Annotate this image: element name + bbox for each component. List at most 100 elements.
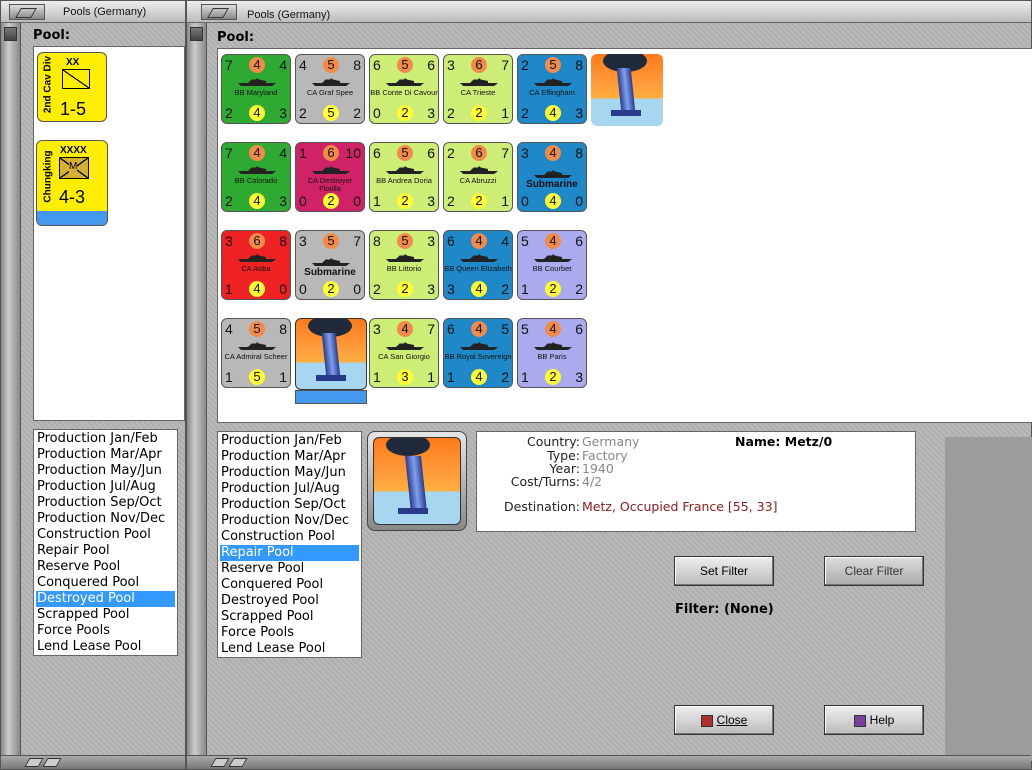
factory-counter[interactable] [591, 54, 663, 126]
strength-value: 5 [249, 369, 265, 385]
minimize-icon[interactable] [210, 758, 230, 767]
ship-counter[interactable]: 5 4 6 1 2 2 BB Courbet [517, 230, 587, 300]
ship-name: CA Destroyer Flotilla [307, 176, 353, 193]
main-scroll-rail[interactable] [187, 23, 207, 755]
pool-list-item[interactable]: Lend Lease Pool [220, 641, 359, 657]
pool-list-item[interactable]: Production May/Jun [36, 463, 175, 479]
defense-value: 5 [397, 57, 413, 73]
clear-filter-button[interactable]: Clear Filter [824, 556, 924, 586]
rail-knob[interactable] [4, 27, 17, 41]
cost-value: 3 [427, 193, 435, 209]
left-pool-list[interactable]: Production Jan/Feb Production Mar/Apr Pr… [33, 429, 178, 656]
ship-counter[interactable]: 4 5 8 2 5 2 CA Graf Spee [295, 54, 365, 124]
pool-list-item[interactable]: Production Jan/Feb [220, 433, 359, 449]
unit-size: XXXX [60, 145, 87, 156]
pool-list-item[interactable]: Lend Lease Pool [36, 639, 175, 655]
ship-name: CA Effingham [529, 88, 575, 97]
pool-list-item[interactable]: Conquered Pool [220, 577, 359, 593]
attack-value: 3 [447, 57, 455, 73]
range-value: 1 [225, 369, 233, 385]
unit-counter-2nd-cav-div[interactable]: 2nd Cav Div XX 1-5 [37, 52, 107, 122]
left-title-bar[interactable]: Pools (Germany) [1, 1, 185, 23]
ship-counter[interactable]: 6 5 6 1 2 3 BB Andrea Doria [369, 142, 439, 212]
window-menu-icon[interactable] [9, 4, 45, 20]
pool-list-item[interactable]: Force Pools [220, 625, 359, 641]
pool-list-item[interactable]: Conquered Pool [36, 575, 175, 591]
range-value: 2 [521, 105, 529, 121]
ship-counter[interactable]: 4 5 8 1 5 1 CA Admiral Scheer [221, 318, 291, 388]
pool-list-item[interactable]: Scrapped Pool [220, 609, 359, 625]
ship-counter[interactable]: 6 4 5 1 4 2 BB Royal Sovereign [443, 318, 513, 388]
pool-list-item[interactable]: Production Mar/Apr [220, 449, 359, 465]
defense-value: 4 [249, 145, 265, 161]
ship-name: CA Trieste [460, 88, 496, 97]
ship-silhouette-icon [238, 341, 276, 350]
unit-counter-chungking[interactable]: Chungking XXXX M 4-3 [36, 140, 108, 226]
unit-type: M [69, 161, 78, 172]
movement-value: 8 [353, 57, 361, 73]
pool-list-item[interactable]: Production Jul/Aug [220, 481, 359, 497]
selected-unit-preview [367, 431, 467, 531]
pool-list-item[interactable]: Production Nov/Dec [220, 513, 359, 529]
destination-label: Destination: [504, 499, 580, 514]
pool-list-item[interactable]: Construction Pool [220, 529, 359, 545]
ship-counter[interactable]: 1 6 10 0 2 0 CA Destroyer Flotilla [295, 142, 365, 212]
pool-list-item[interactable]: Production Nov/Dec [36, 511, 175, 527]
minimize-icon[interactable] [24, 758, 44, 767]
ship-silhouette-icon [460, 77, 498, 86]
pool-list-item[interactable]: Scrapped Pool [36, 607, 175, 623]
pool-list-item[interactable]: Reserve Pool [36, 559, 175, 575]
ship-counter[interactable]: 3 4 8 0 4 0 Submarine [517, 142, 587, 212]
ship-silhouette-icon [312, 77, 350, 86]
ship-counter[interactable]: 3 6 7 2 2 1 CA Trieste [443, 54, 513, 124]
selected-counter-bar [295, 390, 367, 404]
main-pool-list[interactable]: Production Jan/Feb Production Mar/Apr Pr… [217, 431, 362, 658]
left-scroll-rail[interactable] [1, 23, 21, 755]
pool-list-item[interactable]: Production May/Jun [220, 465, 359, 481]
pool-list-item-selected[interactable]: Destroyed Pool [36, 591, 175, 607]
main-title-bar[interactable]: Pools (Germany) [187, 1, 1031, 23]
ship-name: BB Maryland [234, 88, 278, 97]
rail-knob[interactable] [190, 27, 203, 41]
pool-list-item[interactable]: Production Sep/Oct [220, 497, 359, 513]
ship-counter[interactable]: 6 5 6 0 2 3 BB Conte Di Cavour [369, 54, 439, 124]
ship-counter[interactable]: 3 4 7 1 3 1 CA San Giorgio [369, 318, 439, 388]
pool-list-item[interactable]: Destroyed Pool [220, 593, 359, 609]
ship-counter[interactable]: 6 4 4 3 4 2 BB Queen Elizabeth [443, 230, 513, 300]
pool-list-item-selected[interactable]: Repair Pool [220, 545, 359, 561]
pool-list-item[interactable]: Production Jul/Aug [36, 479, 175, 495]
factory-counter[interactable] [295, 318, 367, 390]
ship-counter[interactable]: 7 4 4 2 4 3 BB Colorado [221, 142, 291, 212]
attack-value: 3 [299, 233, 307, 249]
ship-counter[interactable]: 3 6 8 1 4 0 CA Aoba [221, 230, 291, 300]
ship-counter[interactable]: 2 6 7 2 2 1 CA Abruzzi [443, 142, 513, 212]
close-button[interactable]: Close [674, 705, 774, 735]
range-value: 1 [373, 369, 381, 385]
attack-value: 5 [521, 321, 529, 337]
pool-list-item[interactable]: Production Sep/Oct [36, 495, 175, 511]
ship-silhouette-icon [312, 257, 350, 266]
ship-counter[interactable]: 8 5 3 2 2 3 BB Littorio [369, 230, 439, 300]
restore-icon[interactable] [228, 758, 248, 767]
attack-value: 6 [447, 233, 455, 249]
main-bottom-strip [187, 755, 1031, 769]
ship-counter[interactable]: 5 4 6 1 2 3 BB Paris [517, 318, 587, 388]
pool-list-item[interactable]: Production Jan/Feb [36, 431, 175, 447]
restore-icon[interactable] [42, 758, 62, 767]
pool-list-item[interactable]: Force Pools [36, 623, 175, 639]
set-filter-button[interactable]: Set Filter [674, 556, 774, 586]
attack-value: 7 [225, 57, 233, 73]
pool-list-item[interactable]: Construction Pool [36, 527, 175, 543]
cost-value: 2 [501, 281, 509, 297]
help-button[interactable]: Help [824, 705, 924, 735]
pool-list-item[interactable]: Reserve Pool [220, 561, 359, 577]
attack-value: 7 [225, 145, 233, 161]
strength-value: 2 [323, 281, 339, 297]
pool-list-item[interactable]: Production Mar/Apr [36, 447, 175, 463]
pool-list-item[interactable]: Repair Pool [36, 543, 175, 559]
ship-counter[interactable]: 7 4 4 2 4 3 BB Maryland [221, 54, 291, 124]
ship-counter[interactable]: 3 5 7 0 2 0 Submarine [295, 230, 365, 300]
ship-name: BB Littorio [386, 264, 422, 273]
ship-counter[interactable]: 2 5 8 2 4 3 CA Effingham [517, 54, 587, 124]
window-menu-icon[interactable] [201, 4, 237, 20]
